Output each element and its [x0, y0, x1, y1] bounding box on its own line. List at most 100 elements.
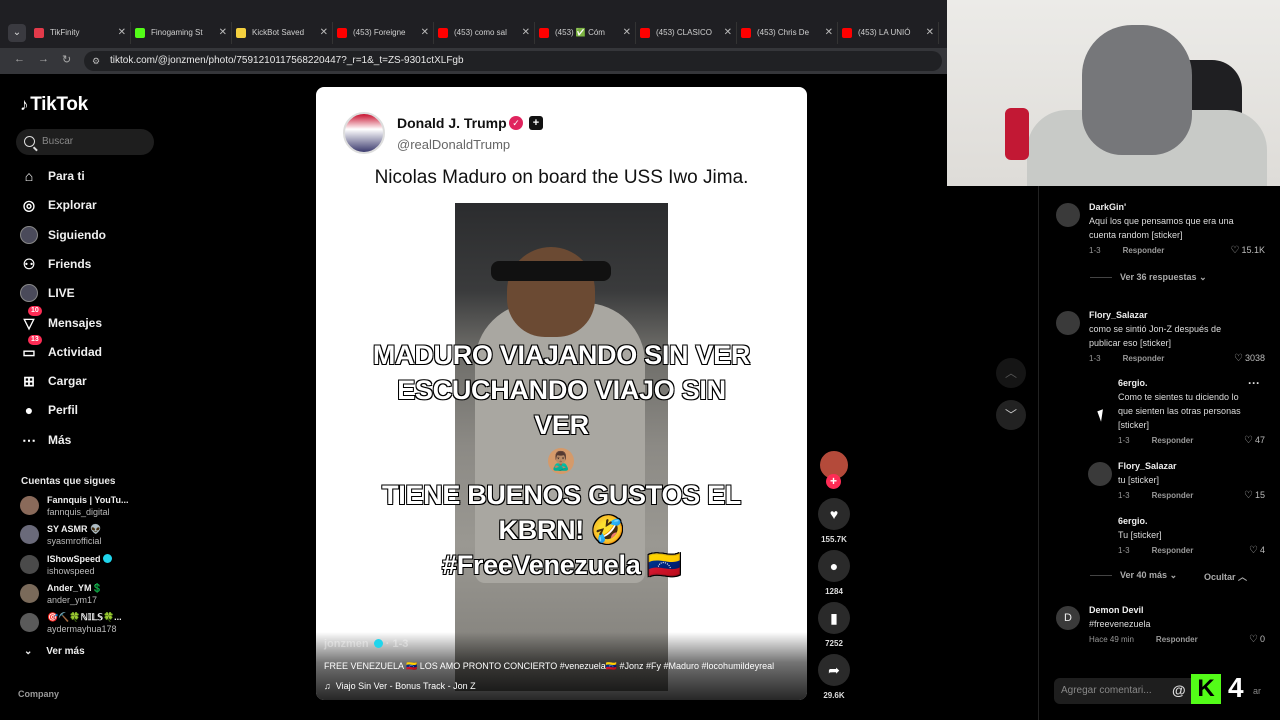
compass-icon: ◎: [22, 197, 36, 214]
back-icon[interactable]: ←: [14, 53, 25, 65]
following-account[interactable]: SY ASMR 👽 syasmrofficial: [20, 523, 101, 549]
avatar[interactable]: [1088, 462, 1112, 486]
reply-button[interactable]: Responder: [1152, 546, 1194, 555]
view-more-replies-button[interactable]: Ver 40 más ⌄: [1090, 570, 1177, 581]
tab-close-icon[interactable]: ✕: [724, 22, 732, 44]
tab-label: KickBot Saved: [252, 28, 305, 37]
forward-icon[interactable]: →: [38, 53, 49, 65]
tab-search-dropdown-icon[interactable]: ⌄: [8, 24, 26, 42]
nav-label: Perfil: [48, 403, 79, 418]
nav-item-mensajes[interactable]: ▽ 10 Mensajes: [20, 305, 102, 334]
browser-tab[interactable]: TikFinity ✕: [32, 22, 131, 44]
reply-button[interactable]: Responder: [1152, 436, 1194, 445]
tab-close-icon[interactable]: ✕: [421, 22, 429, 44]
see-more-button[interactable]: ⌄ Ver más: [24, 646, 85, 657]
nav-item-ms[interactable]: ⋯ Más: [20, 429, 71, 451]
nav-item-parati[interactable]: ⌂ Para ti: [20, 165, 85, 187]
comment-username[interactable]: Demon Devil: [1089, 605, 1144, 615]
tab-close-icon[interactable]: ✕: [926, 22, 934, 44]
reply-button[interactable]: Responder: [1152, 491, 1194, 500]
comment-like-button[interactable]: ♡ 4: [1215, 545, 1265, 556]
tab-close-icon[interactable]: ✕: [825, 22, 833, 44]
photo-post[interactable]: Donald J. Trump ✓ + @realDonaldTrump Nic…: [316, 87, 807, 700]
nav-item-siguiendo[interactable]: Siguiendo: [20, 224, 106, 246]
comment-date: 1-3: [1118, 436, 1130, 445]
nav-item-friends[interactable]: ⚇ Friends: [20, 253, 92, 275]
browser-tab[interactable]: (453) Foreigne ✕: [335, 22, 434, 44]
account-name: IShowSpeed: [47, 553, 101, 564]
browser-tab[interactable]: (453) como sal ✕: [436, 22, 535, 44]
following-account[interactable]: Fannquis | YouTu... fannquis_digital: [20, 494, 129, 520]
comment-like-button[interactable]: ♡ 15: [1215, 490, 1265, 501]
avatar[interactable]: D: [1056, 606, 1080, 630]
comment-like-button[interactable]: ♡ 47: [1215, 435, 1265, 446]
site-info-icon[interactable]: ⚙: [92, 51, 100, 71]
tab-close-icon[interactable]: ✕: [219, 22, 227, 44]
following-account[interactable]: IShowSpeed ishowspeed: [20, 553, 112, 579]
nav-item-cargar[interactable]: ⊞ Cargar: [20, 370, 87, 392]
tab-label: (453) Chris De: [757, 28, 810, 37]
tab-favicon-icon: [438, 28, 448, 38]
save-count: 7252: [825, 639, 843, 648]
comment-like-button[interactable]: ♡ 15.1K: [1215, 245, 1266, 256]
following-account[interactable]: 🎯⛏️🍀ℕ𝕀𝕃𝕊🍀... aydermayhua178: [20, 611, 122, 637]
share-button[interactable]: ➦: [818, 654, 850, 686]
post-author: jonzmen: [324, 638, 369, 650]
tiktok-logo[interactable]: ♪ TikTok: [20, 94, 88, 116]
browser-tab[interactable]: KickBot Saved ✕: [234, 22, 333, 44]
see-more-label: Ver más: [46, 646, 85, 657]
comment-username[interactable]: Flory_Salazar: [1089, 310, 1148, 320]
tab-close-icon[interactable]: ✕: [320, 22, 328, 44]
browser-tab[interactable]: (453) LA UNIÓ ✕: [840, 22, 939, 44]
hide-replies-button[interactable]: Ocultar ︿: [1204, 570, 1247, 583]
comment-button[interactable]: ●: [818, 550, 850, 582]
browser-tab[interactable]: (453) Chris De ✕: [739, 22, 838, 44]
reload-icon[interactable]: ↻: [62, 53, 71, 66]
post-date: 1-3: [392, 638, 409, 650]
following-account[interactable]: Ander_YM💲 ander_ym17: [20, 582, 103, 608]
comment-text: Como te sientes tu diciendo lo que sient…: [1118, 392, 1241, 430]
post-author-line[interactable]: jonzmen · 1-3: [324, 638, 408, 650]
company-link[interactable]: Company: [18, 689, 59, 699]
comment-text: Aquí los que pensamos que era una cuenta…: [1089, 216, 1234, 240]
browser-tab[interactable]: Finogaming St ✕: [133, 22, 232, 44]
browser-tab[interactable]: (453) ✅ Cóm ✕: [537, 22, 636, 44]
like-button[interactable]: ♥: [818, 498, 850, 530]
tab-close-icon[interactable]: ✕: [623, 22, 631, 44]
nav-item-perfil[interactable]: ● Perfil: [20, 399, 78, 421]
nav-item-explorar[interactable]: ◎ Explorar: [20, 194, 97, 216]
next-post-button[interactable]: ﹀: [996, 400, 1026, 430]
comment-like-button[interactable]: ♡ 3038: [1215, 353, 1265, 364]
overlay-line: TIENE BUENOS GUSTOS EL: [381, 479, 742, 510]
mention-button[interactable]: @: [1172, 682, 1186, 698]
avatar[interactable]: [1056, 311, 1080, 335]
tab-label: (453) como sal: [454, 28, 507, 37]
comment-options-icon[interactable]: ···: [1248, 376, 1260, 390]
comment-meta: 1-3 Responder: [1089, 354, 1164, 363]
save-button[interactable]: ▮: [818, 602, 850, 634]
nav-item-live[interactable]: LIVE: [20, 282, 75, 304]
comment-username[interactable]: Flory_Salazar: [1118, 461, 1177, 471]
follow-plus-icon[interactable]: +: [826, 474, 841, 489]
tab-close-icon[interactable]: ✕: [118, 22, 126, 44]
comment-username[interactable]: 6ergio.: [1118, 378, 1148, 388]
post-comment-button[interactable]: ar: [1253, 686, 1261, 696]
chevron-down-icon: ⌄: [1169, 570, 1178, 580]
reply-button[interactable]: Responder: [1123, 354, 1165, 363]
nav-item-actividad[interactable]: ▭ 13 Actividad: [20, 334, 102, 363]
comment-username[interactable]: DarkGin': [1089, 202, 1126, 212]
comment-like-button[interactable]: ♡ 0: [1215, 634, 1265, 645]
post-music[interactable]: ♫ Viajo Sin Ver - Bonus Track - Jon Z: [324, 681, 476, 691]
browser-tab[interactable]: (453) CLASICO ✕: [638, 22, 737, 44]
comment-date: 1-3: [1118, 546, 1130, 555]
url-field[interactable]: ⚙ tiktok.com/@jonzmen/photo/759121011756…: [84, 51, 942, 71]
search-input[interactable]: Buscar: [16, 129, 154, 155]
previous-post-button[interactable]: ︿: [996, 358, 1026, 388]
comment-username[interactable]: 6ergio.: [1118, 516, 1148, 526]
reply-button[interactable]: Responder: [1156, 635, 1198, 644]
overlay-line: ESCUCHANDO VIAJO SIN: [397, 374, 727, 405]
tab-close-icon[interactable]: ✕: [522, 22, 530, 44]
reply-button[interactable]: Responder: [1123, 246, 1165, 255]
view-replies-button[interactable]: Ver 36 respuestas ⌄: [1090, 272, 1207, 283]
avatar[interactable]: [1056, 203, 1080, 227]
